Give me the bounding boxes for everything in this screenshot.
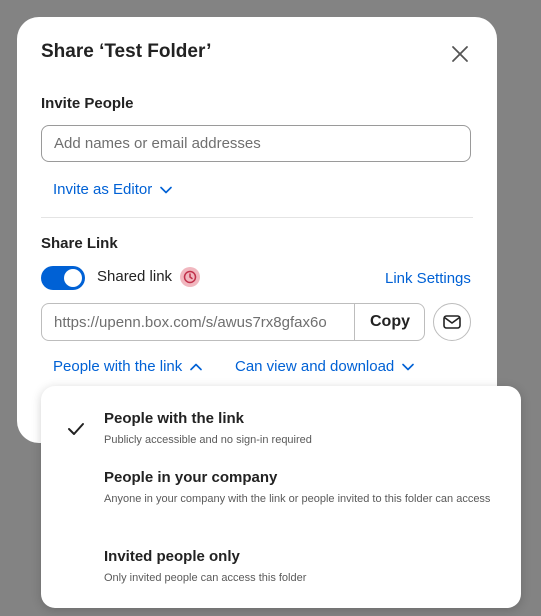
invite-role-dropdown[interactable]: Invite as Editor (53, 181, 173, 198)
invite-input[interactable] (41, 125, 471, 162)
option-description: Only invited people can access this fold… (104, 572, 307, 584)
menu-option-people-in-company[interactable]: People in your company Anyone in your co… (41, 458, 521, 536)
permission-dropdown[interactable]: Can view and download (235, 358, 415, 375)
option-description: Publicly accessible and no sign-in requi… (104, 434, 312, 446)
shared-link-label: Shared link (97, 268, 173, 285)
invite-section-label: Invite People (41, 95, 134, 112)
dialog-title: Share ‘Test Folder’ (41, 41, 212, 62)
shared-link-toggle[interactable] (41, 266, 85, 290)
chevron-down-icon (402, 363, 415, 371)
option-title: People with the link (104, 410, 245, 427)
shared-link-field: Copy (41, 303, 425, 341)
access-level-label: People with the link (53, 358, 183, 375)
access-level-dropdown[interactable]: People with the link (53, 358, 203, 375)
toggle-knob (64, 269, 82, 287)
envelope-icon (443, 315, 461, 329)
option-description: Anyone in your company with the link or … (104, 493, 491, 505)
menu-option-invited-only[interactable]: Invited people only Only invited people … (41, 536, 521, 608)
chevron-down-icon (160, 186, 173, 194)
option-title: Invited people only (104, 548, 240, 565)
close-icon[interactable] (449, 43, 471, 65)
checkmark-icon (67, 422, 85, 441)
share-link-section-label: Share Link (41, 235, 118, 252)
menu-option-people-with-link[interactable]: People with the link Publicly accessible… (41, 386, 521, 458)
permission-label: Can view and download (235, 358, 395, 375)
share-dialog: Share ‘Test Folder’ Invite People Invite… (17, 17, 497, 443)
section-divider (41, 217, 473, 218)
copy-button[interactable]: Copy (354, 304, 425, 340)
link-settings-link[interactable]: Link Settings (385, 270, 471, 287)
invite-role-label: Invite as Editor (53, 181, 153, 198)
option-title: People in your company (104, 469, 278, 486)
chevron-up-icon (190, 363, 203, 371)
email-link-button[interactable] (433, 303, 471, 341)
clock-icon[interactable] (180, 267, 200, 287)
shared-link-url[interactable] (42, 304, 354, 340)
access-level-menu: People with the link Publicly accessible… (41, 386, 521, 608)
